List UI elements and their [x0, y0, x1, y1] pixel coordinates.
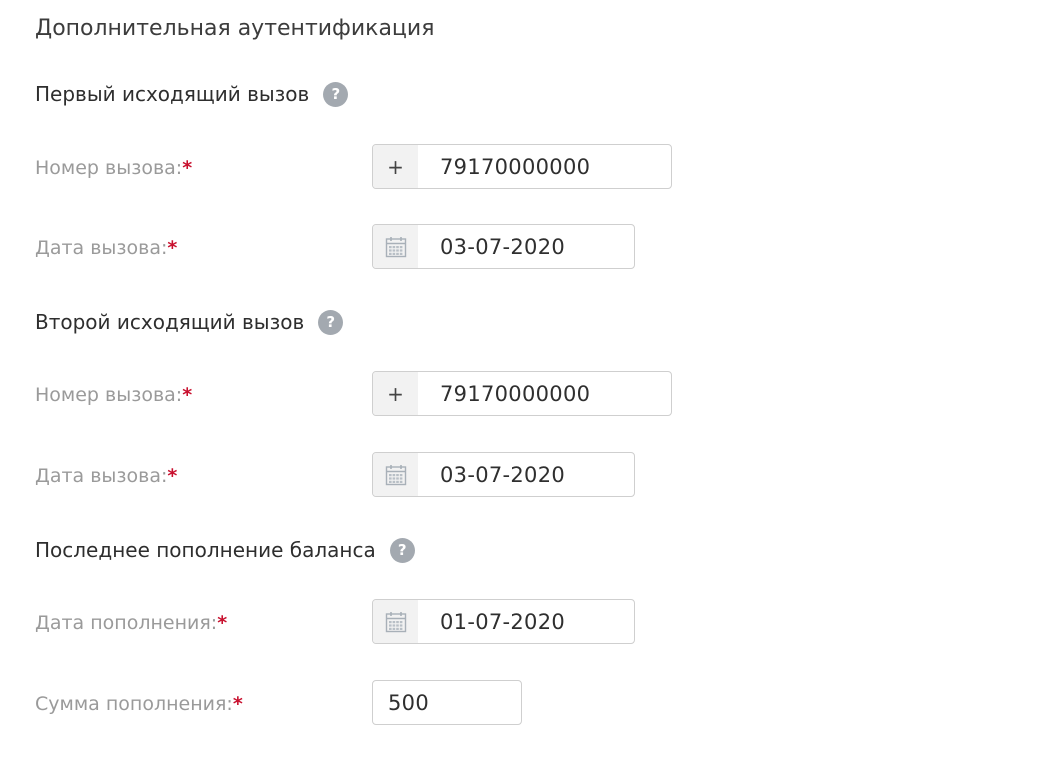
field-label-call-date-1: Дата вызова:*	[35, 235, 177, 261]
required-mark: *	[217, 612, 228, 634]
call-date-value[interactable]: 03-07-2020	[418, 453, 634, 496]
help-icon[interactable]: ?	[318, 309, 344, 335]
page-title: Дополнительная аутентификация	[35, 16, 435, 41]
field-label-call-date-2: Дата вызова:*	[35, 463, 177, 489]
field-label-topup-date: Дата пополнения:*	[35, 610, 227, 636]
topup-amount-value[interactable]: 500	[373, 681, 521, 724]
call-date-input-1[interactable]: 03-07-2020	[372, 224, 635, 269]
phone-prefix-addon: +	[373, 145, 418, 188]
calendar-icon-graphic	[385, 611, 406, 632]
calendar-icon-graphic	[385, 236, 406, 257]
label-text: Дата пополнения:	[35, 612, 218, 634]
call-number-value[interactable]: 79170000000	[418, 372, 671, 415]
topup-date-input[interactable]: 01-07-2020	[372, 599, 635, 644]
calendar-icon-graphic	[385, 464, 406, 485]
calendar-icon[interactable]	[373, 225, 418, 268]
section-title-last-topup: Последнее пополнение баланса ?	[35, 536, 415, 564]
required-mark: *	[167, 237, 178, 259]
label-text: Номер вызова:	[35, 157, 183, 179]
required-mark: *	[232, 693, 243, 715]
field-label-call-number-2: Номер вызова:*	[35, 382, 192, 408]
label-text: Номер вызова:	[35, 384, 183, 406]
required-mark: *	[182, 384, 193, 406]
call-date-value[interactable]: 03-07-2020	[418, 225, 634, 268]
required-mark: *	[167, 465, 178, 487]
help-icon[interactable]: ?	[323, 81, 349, 107]
call-number-input-1[interactable]: + 79170000000	[372, 144, 672, 189]
label-text: Дата вызова:	[35, 237, 168, 259]
help-icon[interactable]: ?	[389, 537, 415, 563]
field-label-call-number-1: Номер вызова:*	[35, 155, 192, 181]
section-title-text: Последнее пополнение баланса	[35, 538, 376, 562]
section-title-second-call: Второй исходящий вызов ?	[35, 308, 344, 336]
call-number-input-2[interactable]: + 79170000000	[372, 371, 672, 416]
required-mark: *	[182, 157, 193, 179]
section-title-first-call: Первый исходящий вызов ?	[35, 80, 349, 108]
topup-amount-input[interactable]: 500	[372, 680, 522, 725]
section-title-text: Первый исходящий вызов	[35, 82, 310, 106]
phone-prefix-addon: +	[373, 372, 418, 415]
call-number-value[interactable]: 79170000000	[418, 145, 671, 188]
label-text: Сумма пополнения:	[35, 693, 233, 715]
label-text: Дата вызова:	[35, 465, 168, 487]
calendar-icon[interactable]	[373, 600, 418, 643]
calendar-icon[interactable]	[373, 453, 418, 496]
field-label-topup-amount: Сумма пополнения:*	[35, 691, 243, 717]
section-title-text: Второй исходящий вызов	[35, 310, 305, 334]
topup-date-value[interactable]: 01-07-2020	[418, 600, 634, 643]
call-date-input-2[interactable]: 03-07-2020	[372, 452, 635, 497]
